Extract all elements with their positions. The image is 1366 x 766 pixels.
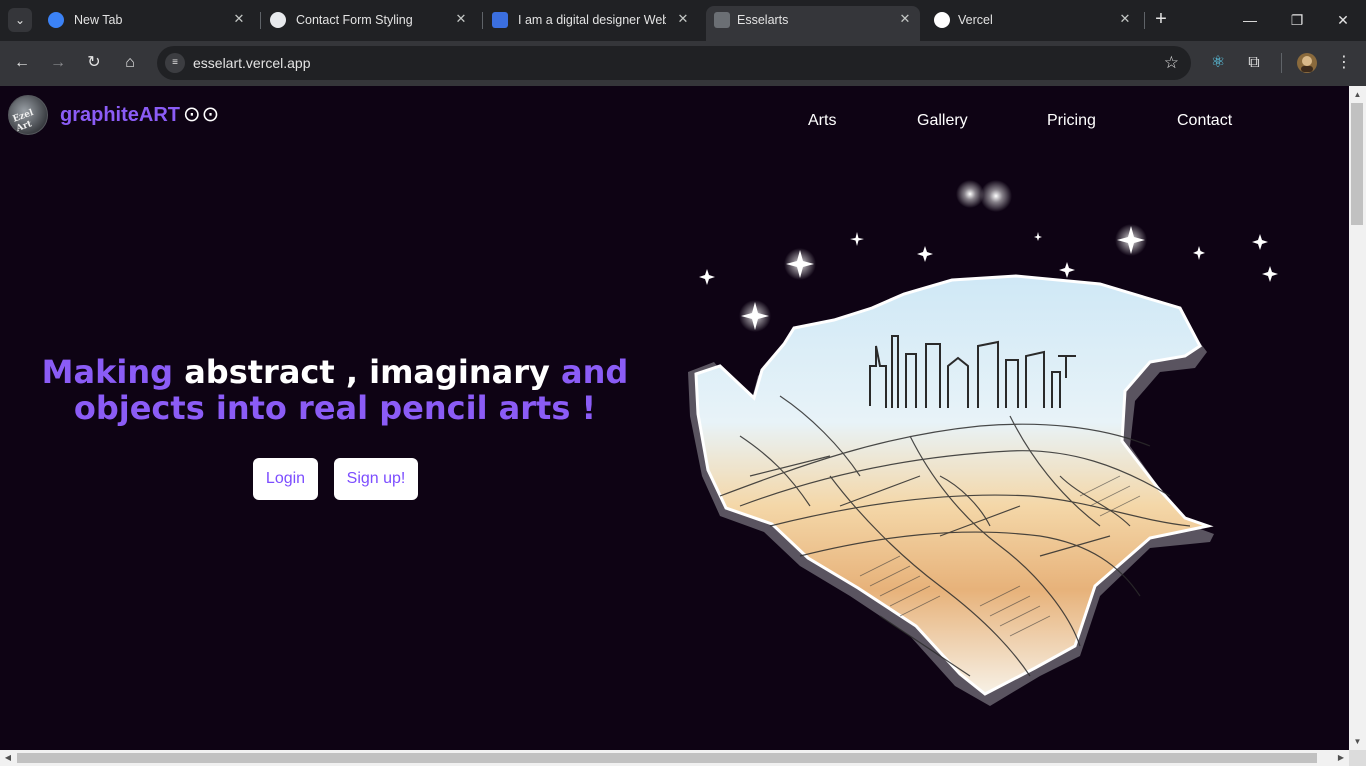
- hero-word-and: and: [561, 353, 629, 391]
- site-info-icon[interactable]: ≡: [165, 53, 185, 73]
- esselarts-favicon: [714, 12, 730, 28]
- scrollbar-corner: [1349, 750, 1366, 766]
- scroll-right-arrow-icon[interactable]: ▶: [1333, 750, 1349, 766]
- n-logo-icon: [492, 12, 508, 28]
- address-bar[interactable]: ≡ esselart.vercel.app ☆: [157, 46, 1191, 80]
- tab-digital-designer[interactable]: I am a digital designer Website ✕: [484, 6, 698, 35]
- home-button[interactable]: ⌂: [118, 51, 142, 75]
- art-body: [694, 274, 1214, 696]
- hero-word-making: Making: [41, 353, 174, 391]
- restore-button[interactable]: ❐: [1282, 6, 1312, 34]
- tab-separator: [482, 12, 483, 29]
- extensions-puzzle-icon[interactable]: ⧉: [1242, 51, 1266, 75]
- tab-contact-form-styling[interactable]: Contact Form Styling ✕: [262, 6, 476, 35]
- browser-logo-icon: [48, 12, 64, 28]
- profile-avatar[interactable]: [1295, 51, 1319, 75]
- signup-button[interactable]: Sign up!: [334, 458, 418, 500]
- nav-link-contact[interactable]: Contact: [1177, 112, 1232, 130]
- toolbar-separator: [1281, 53, 1282, 73]
- brand-name[interactable]: graphiteART: [60, 104, 180, 127]
- tab-vercel[interactable]: Vercel ✕: [926, 6, 1140, 35]
- hero-illustration: [688, 180, 1278, 706]
- hero-line-two: objects into real pencil arts !: [73, 389, 597, 427]
- hero-headline: Making abstract , imaginary and objects …: [30, 354, 640, 426]
- tab-title: I am a digital designer Website: [518, 13, 666, 27]
- horizontal-scroll-thumb[interactable]: [17, 753, 1317, 763]
- vertical-scrollbar[interactable]: ▲ ▼: [1349, 86, 1366, 750]
- forward-button[interactable]: →: [46, 51, 70, 75]
- react-devtools-icon[interactable]: ⚛: [1206, 51, 1230, 75]
- tab-esselarts[interactable]: Esselarts ✕: [706, 6, 920, 41]
- tab-title: New Tab: [74, 13, 123, 27]
- back-button[interactable]: ←: [10, 51, 34, 75]
- close-tab-icon[interactable]: ✕: [230, 10, 248, 28]
- close-tab-icon[interactable]: ✕: [674, 10, 692, 28]
- scroll-left-arrow-icon[interactable]: ◀: [0, 750, 16, 766]
- new-tab-button[interactable]: +: [1150, 9, 1172, 31]
- vercel-triangle-icon: [934, 12, 950, 28]
- close-tab-icon[interactable]: ✕: [896, 10, 914, 28]
- browser-menu-icon[interactable]: ⋮: [1332, 51, 1356, 75]
- nav-link-arts[interactable]: Arts: [808, 112, 836, 130]
- scroll-down-arrow-icon[interactable]: ▼: [1349, 733, 1366, 750]
- login-button[interactable]: Login: [253, 458, 318, 500]
- tab-new-tab[interactable]: New Tab ✕: [40, 6, 254, 35]
- logo-text: Ezel Art: [11, 108, 35, 135]
- tab-separator: [1144, 12, 1145, 29]
- tab-separator: [260, 12, 261, 29]
- nav-link-gallery[interactable]: Gallery: [917, 112, 968, 130]
- close-window-button[interactable]: ✕: [1328, 6, 1358, 34]
- close-tab-icon[interactable]: ✕: [1116, 10, 1134, 28]
- tab-search-button[interactable]: ⌄: [8, 8, 32, 32]
- url-text[interactable]: esselart.vercel.app: [193, 55, 311, 71]
- hero-word-abstract: abstract , imaginary: [184, 353, 550, 391]
- reload-button[interactable]: ↻: [82, 51, 106, 75]
- chatgpt-icon: [270, 12, 286, 28]
- close-tab-icon[interactable]: ✕: [452, 10, 470, 28]
- bookmark-star-icon[interactable]: ☆: [1164, 53, 1179, 73]
- browser-tab-bar: ⌄ New Tab ✕ Contact Form Styling ✕ I am …: [0, 0, 1366, 41]
- webpage-viewport: Ezel Art graphiteART ⊙⊙ Arts Gallery Pri…: [0, 86, 1349, 750]
- nav-link-pricing[interactable]: Pricing: [1047, 112, 1096, 130]
- tab-title: Esselarts: [737, 13, 789, 27]
- tab-title: Vercel: [958, 13, 993, 27]
- browser-toolbar: ← → ↻ ⌂ ≡ esselart.vercel.app ☆ ⚛ ⧉ ⋮: [0, 41, 1366, 86]
- horizontal-scrollbar[interactable]: ◀ ▶: [0, 750, 1349, 766]
- scroll-up-arrow-icon[interactable]: ▲: [1349, 86, 1366, 103]
- vertical-scroll-thumb[interactable]: [1351, 103, 1363, 225]
- brand-eyes-icon: ⊙⊙: [183, 103, 221, 126]
- minimize-button[interactable]: —: [1235, 6, 1265, 34]
- site-logo[interactable]: Ezel Art: [8, 95, 48, 135]
- tab-title: Contact Form Styling: [296, 13, 413, 27]
